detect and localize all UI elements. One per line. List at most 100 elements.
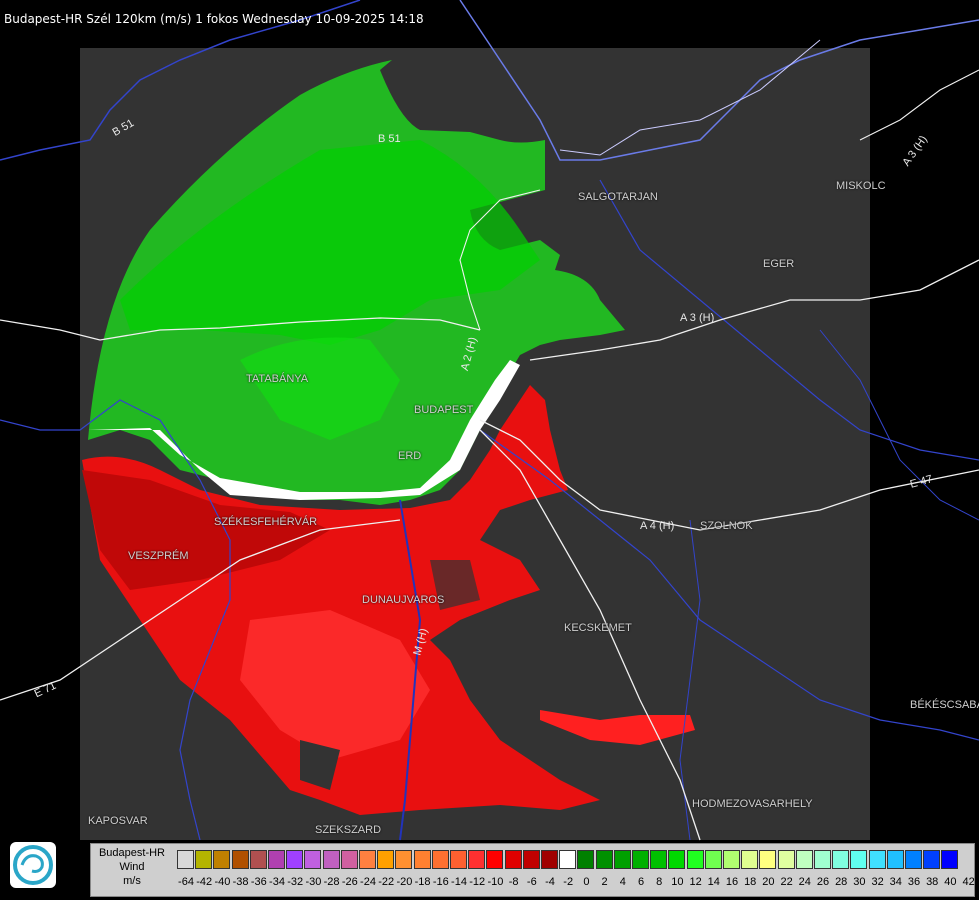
city-label-kaposvar: KAPOSVAR <box>88 815 148 827</box>
city-label-tatabanya: TATABÁNYA <box>246 373 309 385</box>
legend-swatch <box>177 850 194 869</box>
legend-swatch <box>450 850 467 869</box>
legend-swatch <box>923 850 941 869</box>
city-label-kecskemet: KECSKEMET <box>564 622 632 634</box>
city-label-szekszard: SZEKSZARD <box>315 824 382 836</box>
legend-tick-label: 32 <box>871 876 884 888</box>
legend-swatch <box>704 850 722 869</box>
legend-swatch <box>814 850 831 869</box>
legend-tick-label: 20 <box>762 876 775 888</box>
legend-tick-label: -4 <box>545 876 555 888</box>
legend-swatch <box>286 850 304 869</box>
legend-tick-label: 16 <box>725 876 739 888</box>
legend-swatch <box>650 850 668 869</box>
city-label-budapest: BUDAPEST <box>414 404 474 416</box>
legend-swatch <box>431 850 449 869</box>
legend-swatch <box>595 850 613 869</box>
legend-swatch <box>195 850 213 869</box>
legend-swatch <box>340 850 358 869</box>
legend-title-line-quantity: Wind <box>119 861 145 873</box>
legend-swatch <box>486 850 504 869</box>
legend-tick-label: 8 <box>656 876 663 888</box>
met-service-logo <box>10 842 56 888</box>
legend-tick-label: -40 <box>214 876 231 888</box>
legend-tick-label: -24 <box>360 876 376 888</box>
legend-title: Budapest-HR Wind m/s <box>91 846 173 888</box>
legend-swatch <box>522 850 540 869</box>
city-label-eger: EGER <box>763 258 795 270</box>
legend-swatch <box>613 850 631 869</box>
legend-tick-label: 42 <box>962 876 975 888</box>
legend-swatch <box>468 850 486 869</box>
legend-tick-label: -20 <box>396 876 413 888</box>
swirl-logo-icon <box>13 845 53 885</box>
legend-swatch <box>795 850 813 869</box>
legend-tick-label: 36 <box>907 876 921 888</box>
legend-swatch <box>868 850 886 869</box>
legend-swatch <box>941 850 959 869</box>
legend-tick-label: -16 <box>432 876 449 888</box>
legend-swatch <box>686 850 704 869</box>
legend-swatch <box>559 850 577 869</box>
legend-tick-label: 34 <box>889 876 902 888</box>
legend-tick-label: -2 <box>563 876 574 888</box>
legend-title-line-unit: m/s <box>123 875 141 887</box>
legend-swatch <box>395 850 413 869</box>
legend-tick-label: 10 <box>671 876 684 888</box>
legend-tick-label: 4 <box>619 876 626 888</box>
legend-swatch <box>213 850 231 869</box>
legend-tick-label: -32 <box>287 876 304 888</box>
legend-swatch <box>777 850 795 869</box>
city-label-dunaujvaros: DUNAUJVAROS <box>362 594 445 606</box>
legend-tick-label: -64 <box>178 876 194 888</box>
legend-tick-label: -30 <box>305 876 322 888</box>
legend-tick-label: 18 <box>744 876 757 888</box>
legend-tick-label: 12 <box>689 876 702 888</box>
legend-swatch <box>905 850 922 869</box>
road-label-a3: A 3 (H) <box>680 312 715 324</box>
legend-swatch <box>886 850 904 869</box>
legend-swatch <box>850 850 868 869</box>
city-label-hodmezovasarhely: HODMEZOVASARHELY <box>692 798 813 810</box>
legend-swatch <box>249 850 267 869</box>
city-label-veszprem: VESZPRÉM <box>128 550 189 562</box>
legend-tick-label: -10 <box>487 876 504 888</box>
legend-tick-label: -6 <box>526 876 537 888</box>
legend-swatch <box>668 850 686 869</box>
legend-swatch <box>359 850 376 869</box>
legend-tick-label: -18 <box>414 876 431 888</box>
legend-tick-label: 2 <box>601 876 608 888</box>
legend-swatch <box>322 850 340 869</box>
city-label-szolnok: SZOLNOK <box>700 520 753 532</box>
legend-swatch <box>632 850 649 869</box>
legend-tick-label: 26 <box>816 876 830 888</box>
legend-tick-label: -38 <box>232 876 249 888</box>
legend-tick-label: 24 <box>798 876 811 888</box>
legend-tick-label: -22 <box>378 876 395 888</box>
legend-tick-label: -26 <box>341 876 358 888</box>
legend-title-line-station: Budapest-HR <box>98 847 166 859</box>
legend-tick-label: -36 <box>250 876 267 888</box>
legend-tick-label: 6 <box>637 876 645 888</box>
city-label-erd: ERD <box>398 450 422 462</box>
legend-swatch <box>413 850 431 869</box>
city-label-salgotarjan: SALGOTARJAN <box>578 191 658 203</box>
legend-swatch <box>304 850 322 869</box>
legend-swatch <box>577 850 595 869</box>
legend-swatch <box>759 850 777 869</box>
legend-tick-label: 14 <box>707 876 720 888</box>
city-label-miskolc: MISKOLC <box>836 180 886 192</box>
legend-tick-label: -42 <box>196 876 213 888</box>
legend-tick-label: 38 <box>926 876 939 888</box>
legend-swatch <box>741 850 759 869</box>
city-label-bekescsaba: BÉKÉSCSABA <box>910 699 979 711</box>
legend-tick-label: 40 <box>944 876 957 888</box>
legend-swatch <box>268 850 285 869</box>
legend-swatch <box>723 850 740 869</box>
wind-legend: Budapest-HR Wind m/s -64 -42 -40 -38 -36 -34-… <box>90 843 975 897</box>
legend-swatch <box>231 850 249 869</box>
road-label-a4: A 4 (H) <box>640 520 675 532</box>
legend-tick-label: 30 <box>853 876 866 888</box>
legend-tick-label: -14 <box>451 876 467 888</box>
legend-swatch <box>832 850 850 869</box>
